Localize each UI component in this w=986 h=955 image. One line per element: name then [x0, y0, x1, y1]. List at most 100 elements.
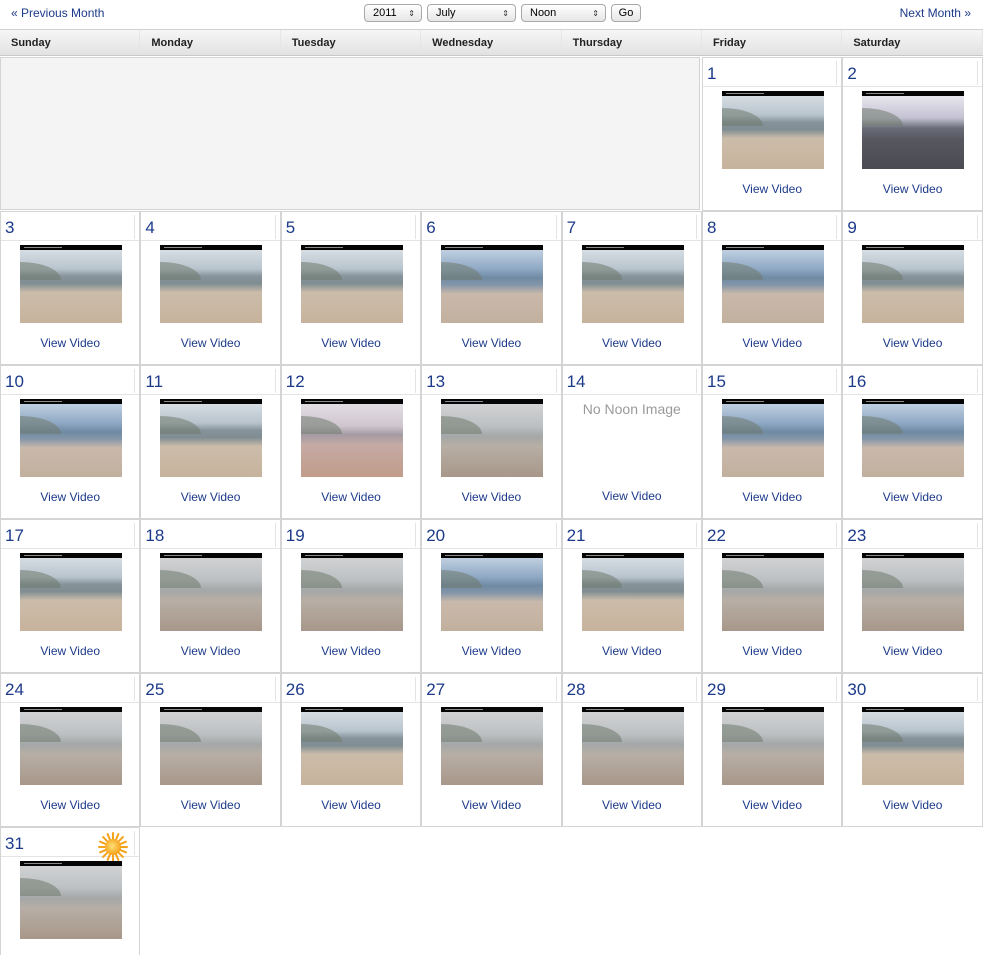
view-video-link[interactable]: View Video [563, 644, 701, 658]
view-video-link[interactable]: View Video [563, 798, 701, 812]
view-video-link[interactable]: View Video [422, 798, 560, 812]
beach-webcam-thumbnail[interactable] [160, 399, 263, 477]
view-video-link[interactable]: View Video [282, 644, 420, 658]
beach-webcam-thumbnail[interactable] [160, 707, 263, 785]
view-video-link[interactable]: View Video [563, 336, 701, 350]
view-video-link[interactable]: View Video [422, 336, 560, 350]
day-number-row: 11 [141, 366, 280, 395]
previous-month-link[interactable]: « Previous Month [11, 6, 104, 20]
view-video-link[interactable]: View Video [843, 798, 981, 812]
view-video-link[interactable]: View Video [282, 490, 420, 504]
beach-webcam-thumbnail[interactable] [862, 553, 965, 631]
thumbnail-hill [160, 724, 202, 742]
view-video-link[interactable]: View Video [843, 336, 981, 350]
thumbnail-scene [300, 712, 403, 785]
sun-icon [98, 832, 129, 862]
view-video-link[interactable]: View Video [141, 798, 279, 812]
view-video-link[interactable]: View Video [843, 644, 981, 658]
select-arrows-icon: ⇕ [502, 8, 509, 18]
view-video-link[interactable]: View Video [843, 490, 981, 504]
beach-webcam-thumbnail[interactable] [722, 399, 824, 477]
calendar-day-cell: 26 View Video [280, 673, 422, 827]
beach-webcam-thumbnail[interactable] [862, 707, 965, 785]
view-video-link[interactable]: View Video [703, 644, 841, 658]
beach-webcam-thumbnail[interactable] [581, 245, 684, 323]
view-video-link[interactable]: View Video [1, 644, 139, 658]
view-video-link[interactable]: View Video [1, 336, 139, 350]
month-select[interactable]: July ⇕ [427, 4, 516, 22]
day-number: 1 [707, 64, 717, 83]
calendar-day-cell: 24 View Video [0, 673, 141, 827]
beach-webcam-thumbnail[interactable] [441, 707, 544, 785]
calendar-day-cell: 1 View Video [702, 57, 843, 211]
weekday-saturday: Saturday [842, 30, 983, 55]
beach-webcam-thumbnail[interactable] [300, 399, 403, 477]
day-number: 20 [426, 526, 446, 545]
beach-webcam-thumbnail[interactable] [20, 861, 122, 939]
calendar-day-cell: 13 View Video [421, 365, 562, 519]
view-video-link[interactable]: View Video [141, 336, 279, 350]
day-number-row: 22 [703, 520, 842, 549]
view-video-link[interactable]: View Video [703, 336, 841, 350]
beach-webcam-thumbnail[interactable] [441, 399, 544, 477]
beach-webcam-thumbnail[interactable] [300, 707, 403, 785]
beach-webcam-thumbnail[interactable] [160, 245, 263, 323]
thumbnail-hill [862, 570, 904, 588]
view-video-link[interactable]: View Video [422, 490, 560, 504]
beach-webcam-thumbnail[interactable] [722, 707, 824, 785]
year-select[interactable]: 2011 ⇕ [364, 4, 422, 22]
time-select[interactable]: Noon ⇕ [521, 4, 606, 22]
beach-webcam-thumbnail[interactable] [441, 245, 544, 323]
beach-webcam-thumbnail[interactable] [862, 245, 965, 323]
day-number-row: 23 [843, 520, 982, 549]
beach-webcam-thumbnail[interactable] [300, 245, 403, 323]
beach-webcam-thumbnail[interactable] [722, 91, 824, 169]
view-video-link[interactable]: View Video [422, 644, 560, 658]
thumbnail-hill [722, 724, 763, 742]
view-video-link[interactable]: View Video [282, 798, 420, 812]
beach-webcam-thumbnail[interactable] [862, 399, 965, 477]
view-video-link[interactable]: View Video [703, 798, 841, 812]
beach-webcam-thumbnail[interactable] [581, 553, 684, 631]
select-arrows-icon: ⇕ [592, 8, 599, 18]
day-number: 22 [707, 526, 726, 545]
view-video-link[interactable]: View Video [141, 644, 279, 658]
thumbnail-hill [581, 724, 623, 742]
beach-webcam-thumbnail[interactable] [160, 553, 263, 631]
beach-webcam-thumbnail[interactable] [441, 553, 544, 631]
thumbnail-hill [441, 570, 482, 588]
calendar-day-cell: 7 View Video [561, 211, 702, 365]
view-video-link[interactable]: View Video [703, 490, 841, 504]
beach-webcam-thumbnail[interactable] [862, 91, 965, 169]
view-video-link[interactable]: View Video [703, 182, 841, 196]
beach-webcam-thumbnail[interactable] [300, 553, 403, 631]
beach-webcam-thumbnail[interactable] [722, 553, 824, 631]
beach-webcam-thumbnail[interactable] [722, 245, 824, 323]
thumbnail-hill [722, 262, 763, 280]
day-number-row: 31 [1, 828, 140, 862]
beach-webcam-thumbnail[interactable] [581, 707, 684, 785]
weekday-tuesday: Tuesday [281, 30, 422, 55]
weekday-header: Sunday Monday Tuesday Wednesday Thursday… [0, 29, 983, 56]
thumbnail-hill [20, 262, 61, 280]
view-video-link[interactable]: View Video [1, 798, 139, 812]
day-number: 24 [5, 680, 24, 699]
go-button[interactable]: Go [611, 4, 641, 22]
day-number: 23 [847, 526, 867, 545]
view-video-link[interactable]: View Video [563, 489, 701, 503]
beach-webcam-thumbnail[interactable] [20, 399, 122, 477]
calendar-day-cell: 23 View Video [842, 519, 983, 673]
next-month-link[interactable]: Next Month » [900, 6, 971, 20]
view-video-link[interactable]: View Video [282, 336, 420, 350]
day-number-row: 20 [422, 520, 561, 549]
view-video-link[interactable]: View Video [843, 182, 981, 196]
year-select-value: 2011 [373, 7, 397, 19]
thumbnail-hill [581, 570, 623, 588]
thumbnail-scene [581, 558, 684, 631]
view-video-link[interactable]: View Video [1, 490, 139, 504]
beach-webcam-thumbnail[interactable] [20, 707, 122, 785]
beach-webcam-thumbnail[interactable] [20, 553, 122, 631]
view-video-link[interactable]: View Video [141, 490, 279, 504]
beach-webcam-thumbnail[interactable] [20, 245, 122, 323]
thumbnail-scene [441, 404, 544, 477]
